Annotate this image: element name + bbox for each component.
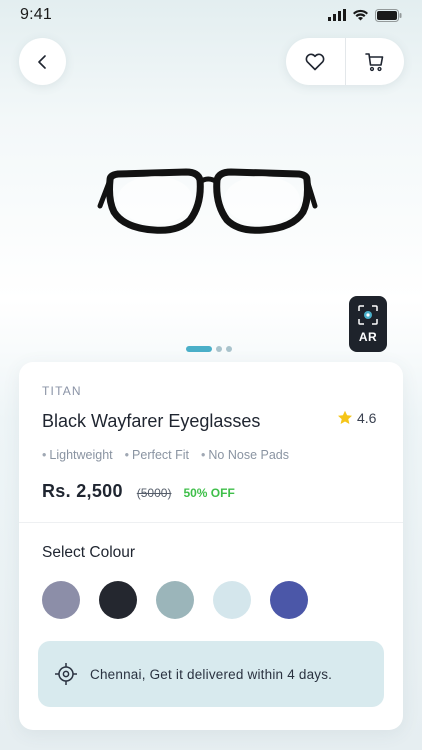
carousel-dot[interactable] [226,346,232,352]
product-details-card: TITAN Black Wayfarer Eyeglasses 4.6 Ligh… [19,362,403,730]
feature-list: Lightweight Perfect Fit No Nose Pads [42,448,289,462]
top-actions [286,38,404,85]
select-colour-title: Select Colour [42,544,136,561]
ar-scan-icon [358,305,378,325]
cart-button[interactable] [345,38,404,85]
feature-item: Perfect Fit [125,448,189,462]
colour-swatch[interactable] [156,581,194,619]
product-rating: 4.6 [337,410,376,426]
status-icons [328,8,402,22]
colour-swatch[interactable] [213,581,251,619]
product-image [97,168,318,234]
star-icon [338,410,352,424]
delivery-info[interactable]: Chennai, Get it delivered within 4 days. [38,641,384,707]
colour-swatch[interactable] [99,581,137,619]
price-row: Rs. 2,500 (5000) 50% OFF [42,481,235,502]
ar-label: AR [358,330,378,344]
carousel-dot-active[interactable] [186,346,212,352]
heart-icon [305,53,325,70]
back-button[interactable] [19,38,66,85]
current-price: Rs. 2,500 [42,481,123,501]
discount-badge: 50% OFF [183,486,235,500]
colour-swatches [42,581,308,619]
product-title: Black Wayfarer Eyeglasses [42,411,261,431]
ar-try-on-button[interactable]: AR [349,296,387,352]
colour-swatch[interactable] [270,581,308,619]
back-arrow-icon [37,54,46,69]
original-price: (5000) [136,486,172,500]
feature-item: Lightweight [42,448,112,462]
battery-icon [375,8,402,22]
status-bar: 9:41 [0,0,422,30]
wifi-icon [353,9,368,21]
carousel-indicator [186,346,232,352]
product-brand: TITAN [42,384,82,398]
wishlist-button[interactable] [286,38,345,85]
colour-swatch[interactable] [42,581,80,619]
location-target-icon [55,663,77,685]
signal-icon [328,9,346,21]
cart-icon [364,52,384,71]
carousel-dot[interactable] [216,346,222,352]
feature-item: No Nose Pads [201,448,289,462]
status-time: 9:41 [20,6,52,23]
delivery-text: Chennai, Get it delivered within 4 days. [90,666,333,682]
rating-value: 4.6 [357,410,377,426]
divider [19,522,403,523]
